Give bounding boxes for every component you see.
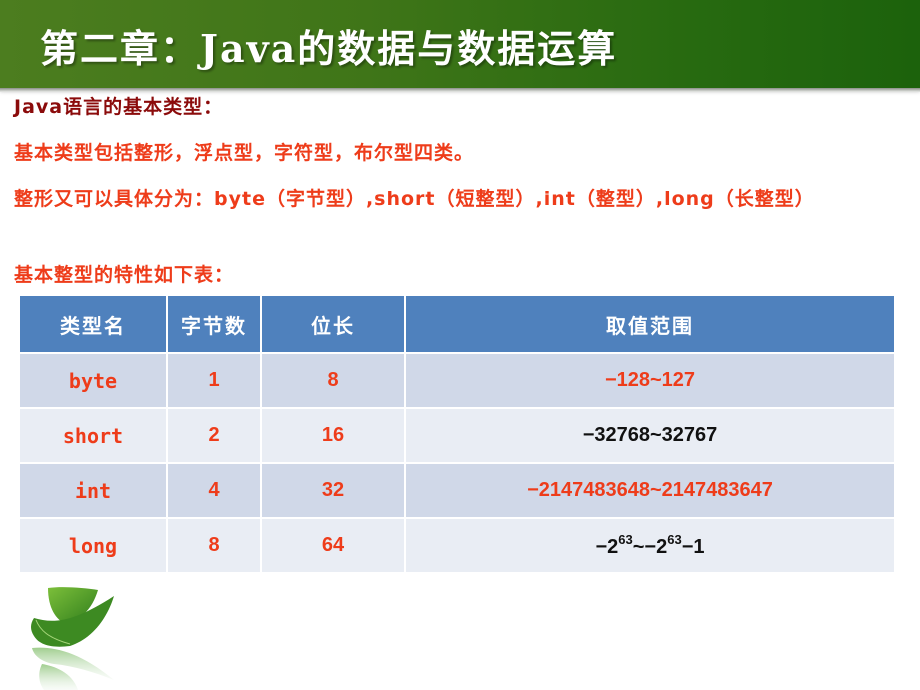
section-heading: Java语言的基本类型：: [14, 96, 224, 118]
slide-title: 第二章：Java的数据与数据运算: [40, 26, 618, 71]
green-leaf-icon: [31, 587, 114, 690]
range-text: −32768~32767: [582, 424, 718, 446]
cell-bits: 32: [262, 464, 404, 517]
range-text: −2147483648~2147483647: [527, 479, 773, 501]
range-text: −2: [595, 536, 619, 558]
cell-type-name: long: [20, 519, 166, 572]
cell-bytes: 4: [168, 464, 260, 517]
paragraph-integer-subtypes: 整形又可以具体分为：byte（字节型）,short（短整型）,int（整型）,l…: [14, 188, 815, 210]
integer-types-table: 类型名 字节数 位长 取值范围 byte 1 8 −128~127 short …: [18, 294, 896, 574]
paragraph-table-intro: 基本整型的特性如下表：: [14, 264, 235, 286]
column-header-value-range: 取值范围: [406, 296, 894, 352]
cell-bytes: 8: [168, 519, 260, 572]
cell-type-name: short: [20, 409, 166, 462]
cell-range: −263~−263−1: [406, 519, 894, 572]
range-text: −128~127: [604, 369, 696, 391]
paragraph-basic-types: 基本类型包括整形，浮点型，字符型，布尔型四类。: [14, 142, 475, 164]
range-text: ~−2: [632, 536, 668, 558]
table-row: long 8 64 −263~−263−1: [20, 519, 894, 572]
cell-range: −32768~32767: [406, 409, 894, 462]
column-header-bit-length: 位长: [262, 296, 404, 352]
range-exponent: 63: [618, 532, 633, 547]
cell-bits: 8: [262, 354, 404, 407]
cell-bytes: 1: [168, 354, 260, 407]
slide-header-bar: 第二章：Java的数据与数据运算: [0, 0, 920, 92]
cell-bits: 16: [262, 409, 404, 462]
column-header-bytes: 字节数: [168, 296, 260, 352]
cell-bytes: 2: [168, 409, 260, 462]
table-row: short 2 16 −32768~32767: [20, 409, 894, 462]
column-header-type-name: 类型名: [20, 296, 166, 352]
range-exponent: 63: [667, 532, 682, 547]
table-header-row: 类型名 字节数 位长 取值范围: [20, 296, 894, 352]
cell-bits: 64: [262, 519, 404, 572]
cell-type-name: byte: [20, 354, 166, 407]
table-row: byte 1 8 −128~127: [20, 354, 894, 407]
range-text: −1: [681, 536, 705, 558]
cell-range: −2147483648~2147483647: [406, 464, 894, 517]
cell-type-name: int: [20, 464, 166, 517]
cell-range: −128~127: [406, 354, 894, 407]
table-row: int 4 32 −2147483648~2147483647: [20, 464, 894, 517]
